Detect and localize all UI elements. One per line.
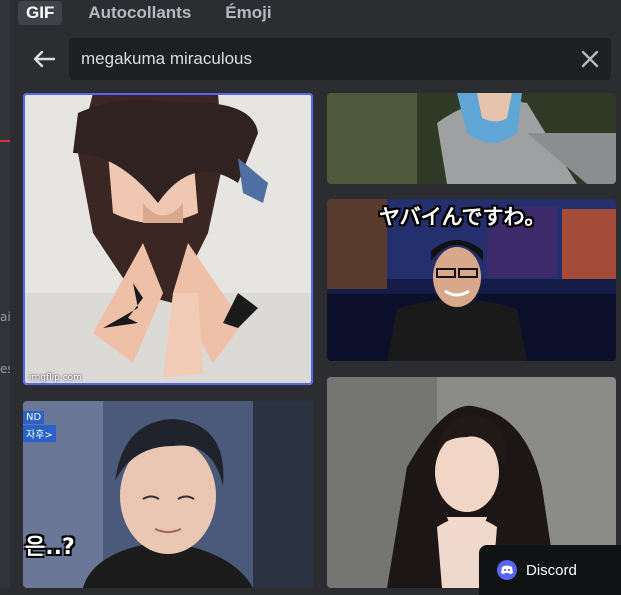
gif-thumbnail xyxy=(23,93,313,385)
truncated-text: es xyxy=(0,362,10,376)
gif-caption: ヤバイんですわ。 xyxy=(379,205,546,229)
tab-gif[interactable]: GIF xyxy=(18,1,63,25)
broadcast-logo: ND xyxy=(23,411,45,424)
unread-indicator xyxy=(0,140,10,142)
back-button[interactable] xyxy=(30,44,58,74)
discord-label: Discord xyxy=(526,561,577,579)
broadcast-logo: 자후> xyxy=(23,425,56,442)
gif-caption: 은..? xyxy=(25,535,75,560)
tab-emoji[interactable]: Émoji xyxy=(217,1,279,25)
gif-result[interactable]: ヤバイんですわ。 xyxy=(327,199,616,361)
gif-search-field[interactable]: megakuma miraculous xyxy=(69,38,611,80)
arrow-left-icon xyxy=(33,50,55,68)
clear-search-button[interactable] xyxy=(579,48,601,70)
tab-stickers[interactable]: Autocollants xyxy=(80,1,199,25)
search-input[interactable]: megakuma miraculous xyxy=(81,49,252,69)
gif-result[interactable]: ND 자후> 은..? xyxy=(23,401,313,588)
picker-tabs: GIF Autocollants Émoji xyxy=(18,0,280,26)
gif-result[interactable] xyxy=(327,93,616,184)
previous-panel-edge xyxy=(0,0,10,588)
watermark: imgflip.com xyxy=(29,373,82,383)
gif-thumbnail xyxy=(327,93,616,184)
close-icon xyxy=(581,50,599,68)
discord-logo-icon xyxy=(497,560,517,580)
truncated-text: ai xyxy=(0,310,10,324)
gif-result[interactable]: imgflip.com xyxy=(23,93,313,385)
